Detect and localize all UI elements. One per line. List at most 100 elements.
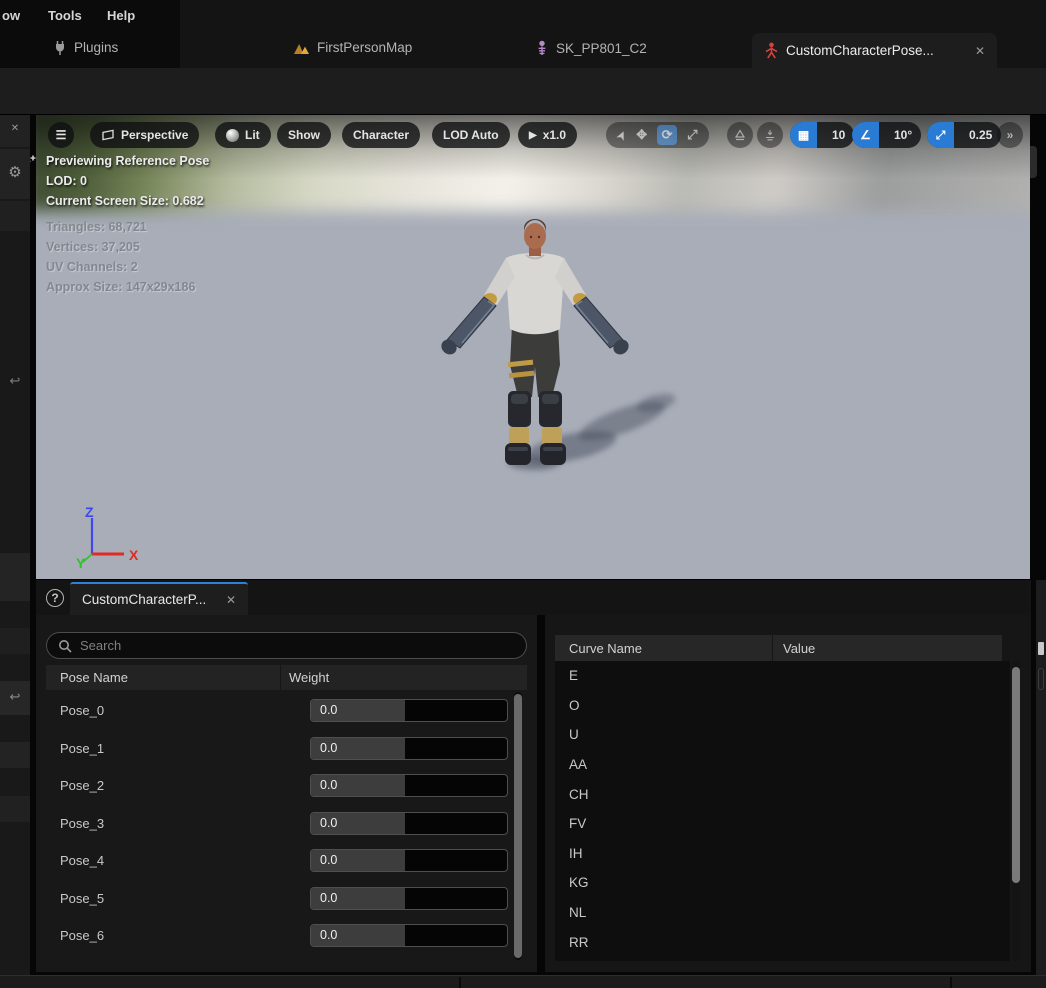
left-strip-segment (0, 742, 30, 768)
scale-snap-icon: ⤢ (927, 122, 954, 148)
undo-icon[interactable]: ↩ (0, 373, 30, 389)
left-strip-settings[interactable]: ⚙ (0, 149, 30, 199)
tab-firstpersonmap[interactable]: FirstPersonMap (293, 40, 412, 55)
curve-row[interactable]: U (555, 720, 1010, 750)
character-dropdown[interactable]: Character (342, 122, 420, 148)
pose-weight-spinbox[interactable]: 0.0 (310, 924, 508, 947)
column-divider[interactable] (772, 635, 773, 661)
column-value[interactable]: Value (783, 641, 815, 656)
pose-name: Pose_3 (60, 816, 104, 831)
playback-speed-button[interactable]: ▶ x1.0 (518, 122, 577, 148)
scale-snap-value[interactable]: 0.25 (960, 128, 1001, 142)
collapsed-right-panel (1036, 580, 1046, 975)
undo-icon: ↩ (0, 681, 30, 705)
axis-x-label: X (129, 547, 139, 563)
curve-panel: Curve Name Value E O U AA CH FV IH KG NL… (545, 615, 1031, 972)
curve-row[interactable]: IH (555, 839, 1010, 869)
column-curve-name[interactable]: Curve Name (569, 641, 772, 656)
menu-item-tools[interactable]: Tools (48, 8, 82, 23)
surface-snap-button[interactable] (757, 122, 783, 148)
tab-sk-pp801-c2[interactable]: SK_PP801_C2 (535, 40, 647, 57)
curve-name: IH (569, 846, 583, 861)
curve-list-scrollbar[interactable] (1012, 661, 1020, 961)
curve-row[interactable]: KG (555, 868, 1010, 898)
view-mode-dropdown[interactable]: Lit (215, 122, 271, 148)
menu-item-window-partial[interactable]: ow (2, 8, 20, 23)
pose-row[interactable]: Pose_6 0.0 (46, 917, 512, 955)
perspective-dropdown[interactable]: Perspective (90, 122, 199, 148)
rotate-tool-icon[interactable]: ⟳ (657, 125, 677, 145)
pose-search-field[interactable] (46, 632, 527, 659)
pose-asset-icon (764, 42, 779, 59)
tab-pose-panel[interactable]: CustomCharacterP... ✕ (70, 582, 248, 615)
move-tool-icon[interactable]: ✥ (636, 127, 647, 143)
rotation-snap-value[interactable]: 10° (885, 128, 921, 142)
help-icon[interactable]: ? (46, 589, 64, 607)
close-icon: ✕ (0, 115, 30, 134)
pose-weight-value: 0.0 (320, 928, 337, 942)
pose-row[interactable]: Pose_2 0.0 (46, 767, 512, 805)
curve-row[interactable]: AA (555, 750, 1010, 780)
pose-row[interactable]: Pose_5 0.0 (46, 880, 512, 918)
curve-name: RR (569, 935, 589, 950)
select-tool-icon[interactable]: ➤ (614, 128, 630, 142)
pose-list-scrollbar[interactable] (514, 692, 522, 960)
pose-weight-spinbox[interactable]: 0.0 (310, 887, 508, 910)
pose-row[interactable]: Pose_1 0.0 (46, 730, 512, 768)
pose-weight-spinbox[interactable]: 0.0 (310, 774, 508, 797)
pose-weight-spinbox[interactable]: 0.0 (310, 812, 508, 835)
left-strip-close[interactable]: ✕ (0, 115, 30, 147)
plugin-icon (53, 40, 67, 55)
preview-status-text: Previewing Reference Pose LOD: 0 Current… (46, 151, 209, 211)
curve-row[interactable]: RR (555, 927, 1010, 957)
pose-name: Pose_6 (60, 928, 104, 943)
close-icon[interactable]: ✕ (975, 44, 985, 58)
pose-weight-value: 0.0 (320, 778, 337, 792)
close-icon[interactable]: ✕ (226, 593, 236, 607)
curve-table-header[interactable]: Curve Name Value (555, 635, 1002, 661)
pose-weight-value: 0.0 (320, 891, 337, 905)
column-divider[interactable] (280, 665, 281, 690)
menu-item-help[interactable]: Help (107, 8, 135, 23)
curve-row[interactable]: O (555, 691, 1010, 721)
pose-weight-spinbox[interactable]: 0.0 (310, 699, 508, 722)
coordinate-space-button[interactable] (727, 122, 753, 148)
transform-tools-group[interactable]: ➤ ✥ ⟳ ⤢ (606, 122, 709, 148)
tab-customcharacterpose[interactable]: CustomCharacterPose... ✕ (752, 33, 997, 68)
scale-snap-toggle[interactable]: ⤢ 0.25 (927, 122, 1001, 148)
rotation-snap-toggle[interactable]: ∠ 10° (852, 122, 921, 148)
pose-name: Pose_2 (60, 778, 104, 793)
pose-panel: Pose Name Weight Pose_0 0.0 Pose_1 0.0 P… (36, 615, 537, 972)
camera-speed-button[interactable]: » (997, 122, 1023, 148)
viewport-menu-button[interactable]: ☰ (48, 122, 74, 148)
pose-weight-value: 0.0 (320, 741, 337, 755)
grid-snap-value[interactable]: 10 (823, 128, 854, 142)
viewport-canvas[interactable]: ☰ Perspective Lit Show Character LOD Aut… (36, 115, 1030, 579)
pose-row[interactable]: Pose_4 0.0 (46, 842, 512, 880)
axis-y-label: Y (76, 555, 86, 571)
collapsed-panel-icon[interactable] (1038, 642, 1044, 655)
pose-weight-spinbox[interactable]: 0.0 (310, 737, 508, 760)
tab-plugins[interactable]: Plugins (53, 40, 118, 55)
scrollbar-thumb[interactable] (514, 694, 522, 958)
curve-row[interactable]: FV (555, 809, 1010, 839)
lod-dropdown[interactable]: LOD Auto (432, 122, 510, 148)
pose-weight-spinbox[interactable]: 0.0 (310, 849, 508, 872)
pose-table-header[interactable]: Pose Name Weight (46, 665, 527, 690)
curve-row[interactable]: CH (555, 779, 1010, 809)
grid-snap-toggle[interactable]: ▦ 10 (790, 122, 854, 148)
scale-tool-icon[interactable]: ⤢ (687, 127, 697, 143)
column-weight[interactable]: Weight (289, 670, 329, 685)
curve-row[interactable]: NL (555, 898, 1010, 928)
preview-character-mesh[interactable] (396, 215, 716, 495)
search-input[interactable] (80, 638, 500, 653)
pose-weight-value: 0.0 (320, 703, 337, 717)
show-dropdown[interactable]: Show (277, 122, 331, 148)
pose-row[interactable]: Pose_3 0.0 (46, 805, 512, 843)
scrollbar-thumb[interactable] (1012, 667, 1020, 883)
curve-row[interactable]: E (555, 661, 1010, 691)
pose-row[interactable]: Pose_0 0.0 (46, 692, 512, 730)
collapsed-panel-button[interactable] (1038, 668, 1044, 690)
column-pose-name[interactable]: Pose Name (60, 670, 280, 685)
perspective-icon (101, 129, 115, 141)
